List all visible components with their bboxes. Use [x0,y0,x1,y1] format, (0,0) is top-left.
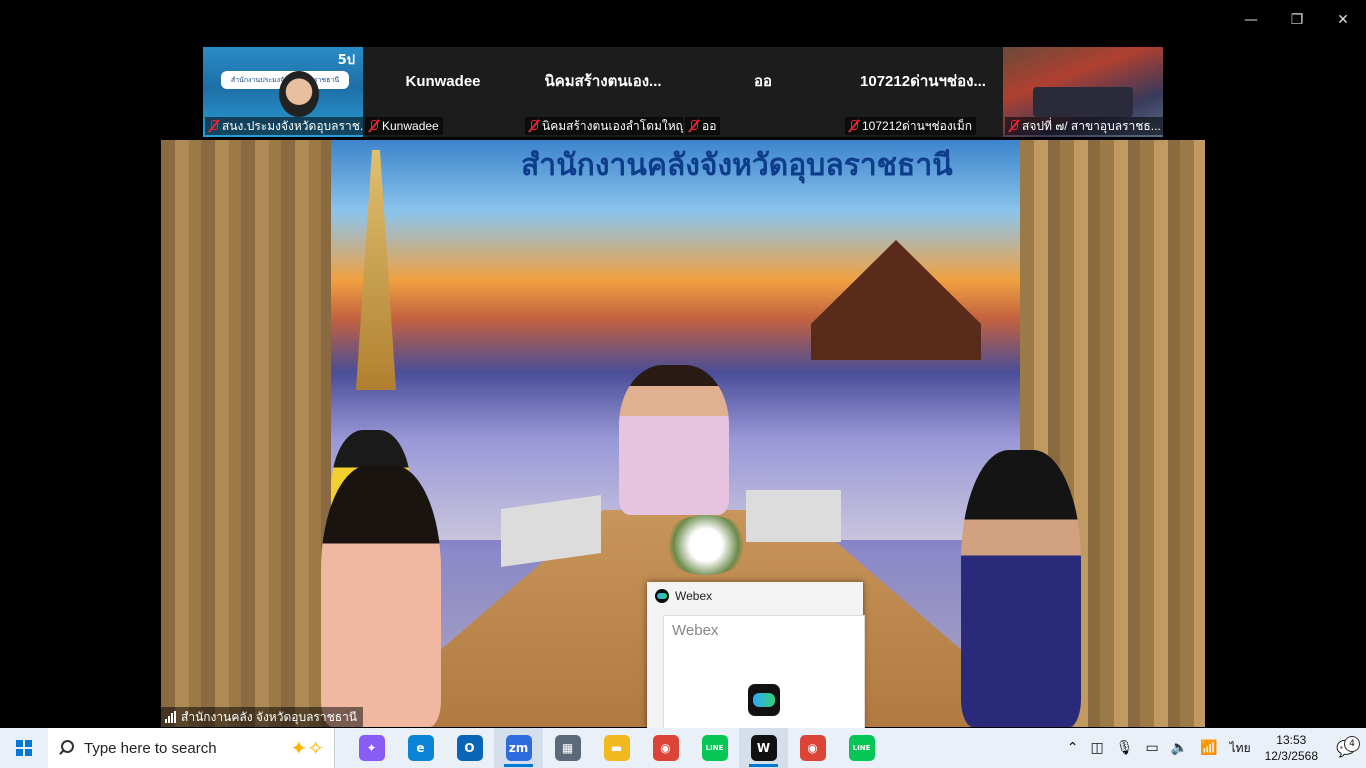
notification-center-button[interactable]: 💬 4 [1326,735,1366,758]
participant-video [279,71,319,117]
curtain-left [161,140,331,727]
search-highlight-icon: ✦✧ [290,738,324,760]
laptop-right [746,490,841,542]
window-controls: — ❐ ✕ [1228,0,1366,40]
webex-preview-thumbnail[interactable]: Webex [663,615,865,730]
mic-muted-icon [687,119,699,133]
person-center [619,365,729,515]
participant-video [1033,87,1133,117]
network-icon[interactable]: 📶 [1194,740,1223,756]
mic-muted-icon [847,119,859,133]
windows-taskbar: Type here to search ✦✧ ✦ e Ozm ▦ ▬ ◉ LINE W ◉ LIN… [0,728,1366,768]
taskbar-search-box[interactable]: Type here to search ✦✧ [48,728,335,768]
clock-date: 12/3/2568 [1264,749,1318,763]
notification-count-badge: 4 [1344,735,1360,752]
taskbar-app-file-explorer[interactable]: ▬ [592,728,641,768]
chrome-icon: ◉ [652,735,679,761]
participant-tile[interactable]: Kunwadee Kunwadee [363,47,523,137]
outlook-icon: O [456,735,483,761]
webex-preview-title: Webex [675,589,713,603]
participant-label: สจปที่ ๗/ สาขาอุบลราชธ... [1005,117,1163,135]
participant-label: ออ [685,117,721,135]
taskbar-app-outlook[interactable]: O [445,728,494,768]
input-language[interactable]: ไทย [1224,739,1257,758]
battery-icon[interactable]: ▭ [1140,740,1165,756]
edge-icon: e [407,735,434,761]
calculator-icon: ▦ [554,735,581,761]
file-explorer-icon: ▬ [603,735,630,761]
chrome-profile-icon: ◉ [799,735,826,761]
taskbar-app-line[interactable]: LINE [690,728,739,768]
line-icon-2: LINE [848,735,875,761]
participant-gallery: สำนักงานประมงจังหวัดอุบลราชธานี 5ป สนง.ป… [203,47,1163,137]
participant-tile[interactable]: 107212ด่านฯช่อง... 107212ด่านฯช่องเม็ก [843,47,1003,137]
line-icon: LINE [701,735,728,761]
webex-icon: W [750,735,777,761]
system-tray: ⌃ ◫ 🎙 ▭ 🔈 📶 ไทย 13:53 12/3/2568 💬 4 [1061,728,1366,768]
speaker-name: สำนักงานคลัง จังหวัดอุบลราชธานี [181,709,358,724]
taskbar-app-copilot[interactable]: ✦ [347,728,396,768]
webex-taskbar-preview[interactable]: Webex Webex [647,582,865,730]
video-badge: 5ป [337,53,355,68]
zoom-icon: zm [505,735,532,761]
flower-arrangement [661,515,751,575]
webex-app-icon [748,684,780,716]
taskbar-app-edge[interactable]: e [396,728,445,768]
participant-label: นิคมสร้างตนเองลำโดมใหญ่... [525,117,683,135]
webex-preview-text: Webex [672,622,719,639]
person-right [961,450,1081,727]
camera-icon[interactable]: ◫ [1085,740,1110,756]
clock[interactable]: 13:53 12/3/2568 [1257,732,1326,764]
signal-strength-icon [165,711,176,723]
start-button[interactable] [0,728,48,768]
volume-icon[interactable]: 🔈 [1165,740,1194,756]
search-icon [58,740,74,756]
copilot-icon: ✦ [358,735,385,761]
taskbar-apps: ✦ e Ozm ▦ ▬ ◉ LINE W ◉ LINE [347,728,886,768]
participant-label: 107212ด่านฯช่องเม็ก [845,117,977,135]
taskbar-app-chrome[interactable]: ◉ [641,728,690,768]
minimize-button[interactable]: — [1228,0,1274,40]
person-left-front [321,465,441,727]
taskbar-app-webex[interactable]: W [739,728,788,768]
backdrop-title: สำนักงานคลังจังหวัดอุบลราชธานี [521,148,953,183]
mic-muted-icon [1007,119,1019,133]
webex-preview-titlebar: Webex [647,582,863,610]
mic-muted-icon [207,119,219,133]
windows-logo-icon [16,740,32,756]
participant-label: สนง.ประมงจังหวัดอุบลราช... [205,117,363,135]
mic-muted-icon [527,119,539,133]
show-hidden-icons-chevron-icon[interactable]: ⌃ [1061,740,1085,756]
participant-label: Kunwadee [365,117,443,135]
mic-muted-icon [367,119,379,133]
participant-tile[interactable]: ออ ออ [683,47,843,137]
restore-button[interactable]: ❐ [1274,0,1320,40]
webex-icon [655,589,669,603]
microphone-icon[interactable]: 🎙 [1110,740,1140,756]
participant-tile[interactable]: นิคมสร้างตนเอง... นิคมสร้างตนเองลำโดมใหญ… [523,47,683,137]
participant-tile[interactable]: สจปที่ ๗/ สาขาอุบลราชธ... [1003,47,1163,137]
speaker-name-overlay: สำนักงานคลัง จังหวัดอุบลราชธานี [161,707,364,727]
taskbar-app-calculator[interactable]: ▦ [543,728,592,768]
search-placeholder: Type here to search [84,739,217,757]
close-button[interactable]: ✕ [1320,0,1366,40]
taskbar-app-chrome-profile[interactable]: ◉ [788,728,837,768]
participant-tile[interactable]: สำนักงานประมงจังหวัดอุบลราชธานี 5ป สนง.ป… [203,47,363,137]
taskbar-app-zoom[interactable]: zm [494,728,543,768]
clock-time: 13:53 [1276,733,1307,747]
taskbar-app-line[interactable]: LINE [837,728,886,768]
